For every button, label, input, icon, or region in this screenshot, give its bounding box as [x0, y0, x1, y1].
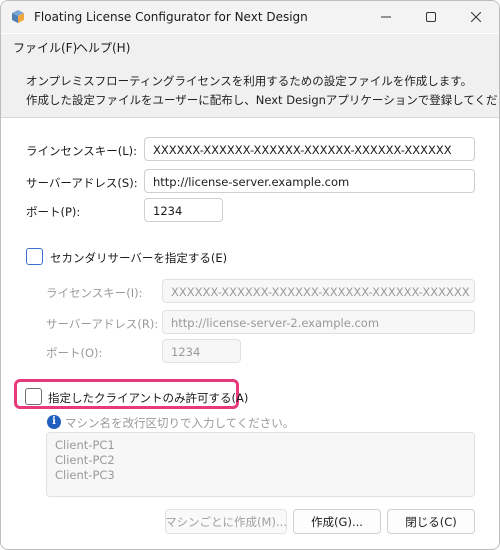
- app-icon: [12, 10, 24, 23]
- configurator-window: Floating License Configurator for Next D…: [0, 0, 500, 550]
- secondary-server-checkbox-label[interactable]: セカンダリサーバーを指定する(E): [50, 250, 227, 266]
- menu-help[interactable]: ヘルプ(H): [76, 39, 130, 56]
- secondary-server-address-label: サーバーアドレス(R):: [46, 317, 159, 331]
- minimize-icon: [381, 16, 391, 18]
- close-window-button[interactable]: [458, 1, 494, 33]
- license-key-label: ラインセンスキー(L):: [26, 144, 138, 158]
- create-button[interactable]: 作成(G)...: [293, 509, 381, 534]
- machine-hint: マシン名を改行区切りで入力してください。: [65, 416, 295, 430]
- description-panel: オンプレミスフローティングライセンスを利用するための設定ファイルを作成します。 …: [1, 58, 499, 118]
- server-address-input[interactable]: http://license-server.example.com: [144, 169, 475, 193]
- machine-name-line: Client-PC3: [55, 468, 115, 482]
- machine-name-line: Client-PC1: [55, 438, 115, 452]
- window-title: Floating License Configurator for Next D…: [34, 10, 308, 24]
- port-label: ポート(P):: [26, 205, 81, 219]
- create-per-machine-button[interactable]: マシンごとに作成(M)...: [165, 509, 287, 534]
- title-bar: Floating License Configurator for Next D…: [1, 1, 499, 33]
- close-button[interactable]: 閉じる(C): [387, 509, 475, 534]
- machine-names-textarea[interactable]: Client-PC1 Client-PC2 Client-PC3: [46, 432, 475, 497]
- close-icon: [471, 12, 481, 22]
- maximize-icon: [426, 12, 436, 22]
- menu-bar: ファイル(F) ヘルプ(H): [1, 34, 499, 58]
- secondary-server-checkbox[interactable]: [26, 248, 43, 265]
- secondary-license-key-input[interactable]: XXXXXX-XXXXXX-XXXXXX-XXXXXX-XXXXXX-XXXXX…: [162, 279, 475, 303]
- description-line-2: 作成した設定ファイルをユーザーに配布し、Next Designアプリケーションで…: [26, 93, 500, 107]
- secondary-server-address-input[interactable]: http://license-server-2.example.com: [162, 310, 475, 334]
- info-icon: i: [47, 415, 61, 429]
- license-key-input[interactable]: XXXXXX-XXXXXX-XXXXXX-XXXXXX-XXXXXX-XXXXX…: [144, 137, 475, 161]
- secondary-license-key-label: ライセンスキー(I):: [46, 286, 143, 300]
- machine-name-line: Client-PC2: [55, 453, 115, 467]
- secondary-port-label: ポート(O):: [46, 346, 103, 360]
- secondary-port-input[interactable]: 1234: [162, 339, 241, 363]
- client-restriction-checkbox-label[interactable]: 指定したクライアントのみ許可する(A): [48, 390, 248, 406]
- server-address-label: サーバーアドレス(S):: [26, 176, 138, 190]
- maximize-button[interactable]: [413, 1, 449, 33]
- minimize-button[interactable]: [368, 1, 404, 33]
- description-line-1: オンプレミスフローティングライセンスを利用するための設定ファイルを作成します。: [26, 74, 473, 88]
- client-restriction-checkbox[interactable]: [25, 388, 42, 405]
- port-input[interactable]: 1234: [144, 198, 223, 222]
- menu-file[interactable]: ファイル(F): [13, 39, 77, 56]
